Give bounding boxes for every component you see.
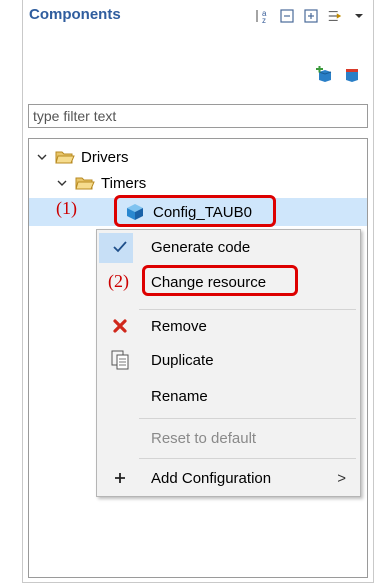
copy-icon [109,349,131,371]
tree-node-label: Drivers [81,148,129,166]
panel-title: Components [29,6,121,23]
tree-node-drivers[interactable]: Drivers [35,145,129,169]
view-menu-icon[interactable] [351,8,367,24]
menu-item-remove[interactable]: Remove [97,310,360,342]
remove-component-icon[interactable] [343,66,361,84]
filter-input[interactable] [28,104,368,128]
filter-icon[interactable] [327,8,343,24]
menu-item-duplicate[interactable]: Duplicate [97,344,360,376]
component-actions [315,65,361,84]
tree-node-label: Timers [101,174,147,192]
menu-separator [139,458,356,459]
menu-item-label: Generate code [151,238,251,256]
tree-node-timers[interactable]: Timers [55,171,146,195]
annotation-label-1: (1) [56,198,77,218]
chevron-down-icon[interactable] [35,150,49,164]
menu-separator [139,418,356,419]
menu-item-label: Reset to default [151,429,257,447]
annotation-box-1 [114,195,276,227]
checkmark-icon [109,236,131,258]
chevron-down-icon[interactable] [55,176,69,190]
expand-all-icon[interactable] [303,8,319,24]
collapse-all-icon[interactable] [279,8,295,24]
menu-item-reset-to-default: Reset to default [97,422,360,454]
panel-titlebar: Components a z [23,0,373,38]
add-component-icon[interactable] [315,65,333,84]
menu-item-label: Add Configuration [151,469,272,487]
folder-open-icon [55,149,75,165]
menu-item-rename[interactable]: Rename [97,380,360,412]
plus-icon [109,467,131,489]
annotation-label-2: (2) [108,271,129,291]
folder-open-icon [75,175,95,191]
svg-text:z: z [262,16,266,24]
sort-az-icon[interactable]: a z [255,8,271,24]
menu-item-label: Duplicate [151,351,214,369]
menu-item-label: Rename [151,387,208,405]
toolbar: a z [255,8,367,24]
menu-item-add-configuration[interactable]: Add Configuration > [97,462,360,494]
annotation-box-2 [142,265,298,296]
submenu-arrow-icon: > [337,469,346,487]
menu-item-label: Remove [151,317,207,335]
red-x-icon [109,315,131,337]
menu-item-generate-code[interactable]: Generate code [97,231,360,263]
